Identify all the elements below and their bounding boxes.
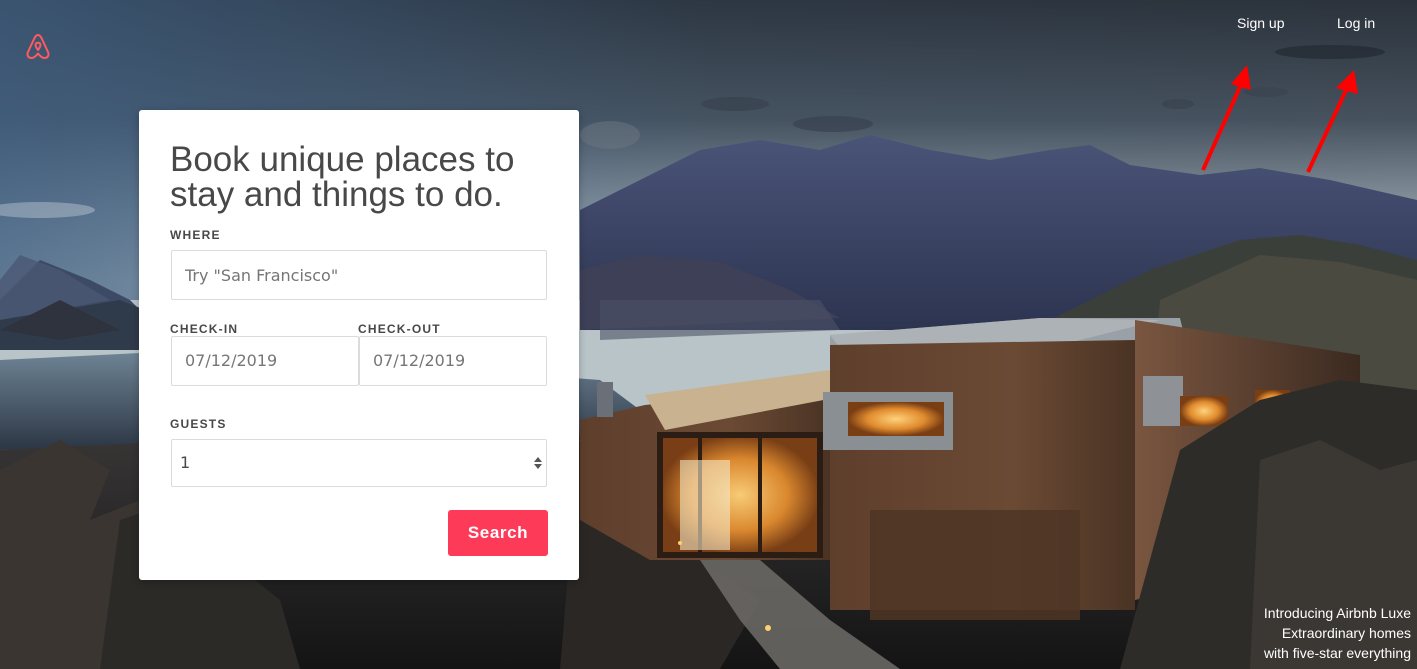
guests-select[interactable]: 1 bbox=[171, 439, 547, 487]
promo-line-1: Introducing Airbnb Luxe bbox=[1263, 605, 1411, 621]
updown-chevron-icon bbox=[534, 457, 542, 469]
luxe-promo[interactable]: Introducing Airbnb Luxe Extraordinary ho… bbox=[1264, 603, 1411, 663]
check-in-label: CHECK-IN bbox=[170, 322, 239, 336]
promo-line-2: Extraordinary homes bbox=[1281, 625, 1411, 641]
booking-card: Book unique places to stay and things to… bbox=[139, 110, 579, 580]
promo-line-3: with five-star everything bbox=[1263, 645, 1411, 661]
search-button[interactable]: Search bbox=[448, 510, 548, 556]
check-out-label: CHECK-OUT bbox=[358, 322, 441, 336]
where-label: WHERE bbox=[170, 228, 221, 242]
where-input[interactable] bbox=[171, 250, 547, 300]
guests-label: GUESTS bbox=[170, 417, 227, 431]
guests-value: 1 bbox=[180, 453, 191, 472]
check-out-input[interactable]: 07/12/2019 bbox=[359, 336, 547, 386]
card-title: Book unique places to stay and things to… bbox=[170, 140, 515, 214]
sign-up-link[interactable]: Sign up bbox=[1237, 15, 1284, 31]
check-in-input[interactable]: 07/12/2019 bbox=[171, 336, 359, 386]
airbnb-logo-icon[interactable] bbox=[22, 30, 54, 62]
log-in-link[interactable]: Log in bbox=[1337, 15, 1375, 31]
